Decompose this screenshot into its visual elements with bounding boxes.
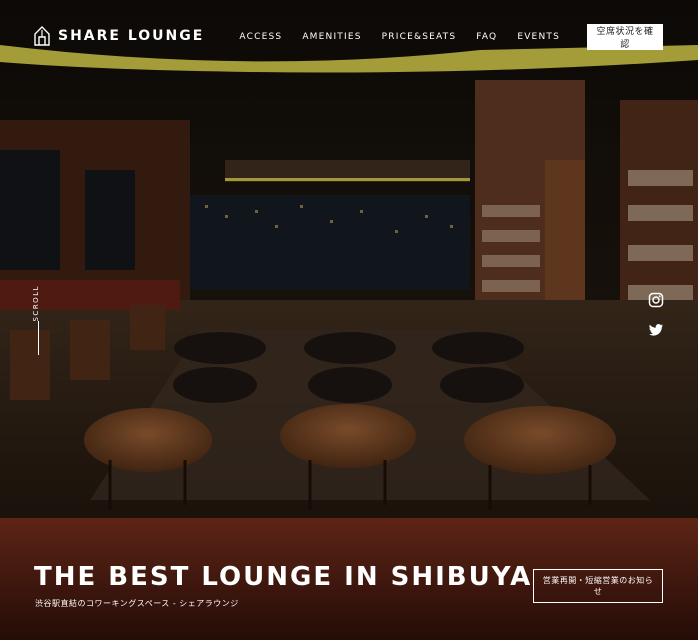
hero-subline: 渋谷駅直結のコワーキングスペース - シェアラウンジ bbox=[35, 599, 239, 608]
nav-price-seats[interactable]: PRICE&SEATS bbox=[382, 32, 457, 42]
scroll-indicator[interactable]: SCROLL bbox=[30, 285, 46, 355]
social-links bbox=[648, 292, 664, 338]
business-notice-button[interactable]: 営業再開・短縮営業のお知らせ bbox=[533, 569, 663, 603]
scroll-line bbox=[38, 321, 39, 355]
scroll-label: SCROLL bbox=[32, 285, 40, 322]
check-vacancy-button[interactable]: 空席状況を確認 bbox=[587, 24, 663, 50]
brand-name: SHARE LOUNGE bbox=[58, 28, 205, 44]
nav-access[interactable]: ACCESS bbox=[239, 32, 282, 42]
logo[interactable]: SHARE LOUNGE bbox=[34, 26, 204, 46]
main-nav: ACCESS AMENITIES PRICE&SEATS FAQ EVENTS bbox=[239, 32, 560, 42]
twitter-icon[interactable] bbox=[648, 322, 664, 338]
instagram-icon[interactable] bbox=[648, 292, 664, 308]
nav-events[interactable]: EVENTS bbox=[517, 32, 560, 42]
building-logo-icon bbox=[34, 26, 50, 46]
nav-faq[interactable]: FAQ bbox=[476, 32, 497, 42]
site-header: SHARE LOUNGE ACCESS AMENITIES PRICE&SEAT… bbox=[0, 0, 698, 70]
hero-headline: THE BEST LOUNGE IN SHIBUYA bbox=[34, 562, 533, 592]
nav-amenities[interactable]: AMENITIES bbox=[302, 32, 361, 42]
hero-section: SHARE LOUNGE ACCESS AMENITIES PRICE&SEAT… bbox=[0, 0, 698, 640]
lounge-photo bbox=[0, 0, 698, 640]
